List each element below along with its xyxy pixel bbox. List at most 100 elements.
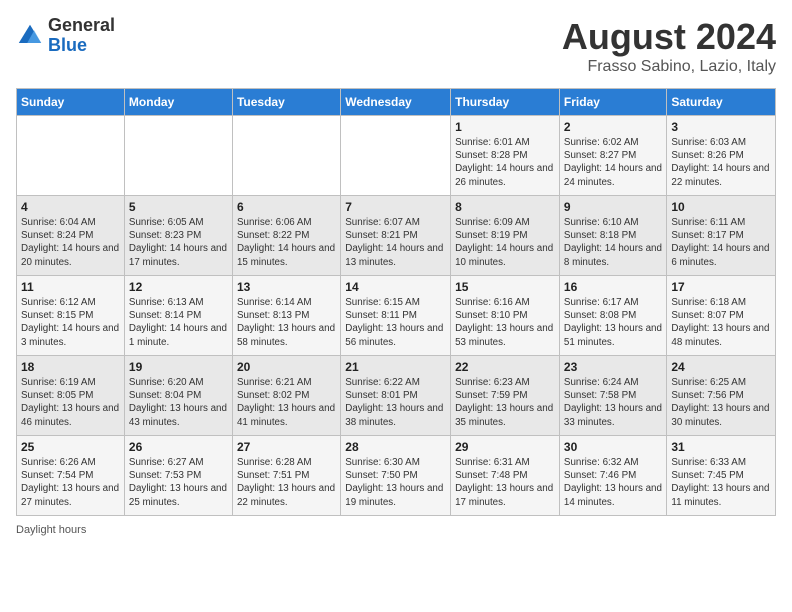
day-number: 4: [21, 200, 120, 214]
day-info: Sunrise: 6:14 AM Sunset: 8:13 PM Dayligh…: [237, 296, 336, 349]
calendar-cell: 11 Sunrise: 6:12 AM Sunset: 8:15 PM Dayli…: [17, 276, 125, 356]
day-number: 18: [21, 360, 120, 374]
calendar-cell: 4 Sunrise: 6:04 AM Sunset: 8:24 PM Daylig…: [17, 196, 125, 276]
calendar-cell: 15 Sunrise: 6:16 AM Sunset: 8:10 PM Dayli…: [451, 276, 560, 356]
day-info: Sunrise: 6:32 AM Sunset: 7:46 PM Dayligh…: [564, 456, 662, 509]
calendar-cell: 28 Sunrise: 6:30 AM Sunset: 7:50 PM Dayli…: [341, 436, 451, 516]
title-block: August 2024 Frasso Sabino, Lazio, Italy: [562, 16, 776, 76]
calendar-week-row: 4 Sunrise: 6:04 AM Sunset: 8:24 PM Daylig…: [17, 196, 776, 276]
day-info: Sunrise: 6:03 AM Sunset: 8:26 PM Dayligh…: [671, 136, 771, 189]
calendar-cell: 21Sunrise: 6:22 AM Sunset: 8:01 PM Dayli…: [341, 356, 451, 436]
day-number: 10: [671, 200, 771, 214]
location-text: Frasso Sabino, Lazio, Italy: [562, 58, 776, 76]
day-info: Sunrise: 6:26 AM Sunset: 7:54 PM Dayligh…: [21, 456, 120, 509]
day-number: 3: [671, 120, 771, 134]
day-info: Sunrise: 6:30 AM Sunset: 7:50 PM Dayligh…: [345, 456, 446, 509]
footer-note: Daylight hours: [16, 524, 776, 536]
calendar-cell: 22Sunrise: 6:23 AM Sunset: 7:59 PM Dayli…: [451, 356, 560, 436]
day-info: Sunrise: 6:07 AM Sunset: 8:21 PM Dayligh…: [345, 216, 446, 269]
day-info: Sunrise: 6:24 AM Sunset: 7:58 PM Dayligh…: [564, 376, 662, 429]
logo-blue-text: Blue: [48, 36, 115, 56]
calendar-cell: [17, 116, 125, 196]
day-info: Sunrise: 6:13 AM Sunset: 8:14 PM Dayligh…: [129, 296, 228, 349]
calendar-cell: 9 Sunrise: 6:10 AM Sunset: 8:18 PM Daylig…: [559, 196, 666, 276]
day-number: 5: [129, 200, 228, 214]
day-info: Sunrise: 6:01 AM Sunset: 8:28 PM Dayligh…: [455, 136, 555, 189]
calendar-cell: [124, 116, 232, 196]
calendar-cell: 2 Sunrise: 6:02 AM Sunset: 8:27 PM Daylig…: [559, 116, 666, 196]
day-info: Sunrise: 6:16 AM Sunset: 8:10 PM Dayligh…: [455, 296, 555, 349]
day-number: 29: [455, 440, 555, 454]
calendar-cell: 23Sunrise: 6:24 AM Sunset: 7:58 PM Dayli…: [559, 356, 666, 436]
day-info: Sunrise: 6:19 AM Sunset: 8:05 PM Dayligh…: [21, 376, 120, 429]
day-info: Sunrise: 6:27 AM Sunset: 7:53 PM Dayligh…: [129, 456, 228, 509]
day-number: 21: [345, 360, 446, 374]
day-number: 24: [671, 360, 771, 374]
day-info: Sunrise: 6:09 AM Sunset: 8:19 PM Dayligh…: [455, 216, 555, 269]
calendar-cell: 20 Sunrise: 6:21 AM Sunset: 8:02 PM Dayli…: [232, 356, 340, 436]
calendar-cell: 8 Sunrise: 6:09 AM Sunset: 8:19 PM Daylig…: [451, 196, 560, 276]
calendar-week-row: 25 Sunrise: 6:26 AM Sunset: 7:54 PM Dayli…: [17, 436, 776, 516]
day-number: 14: [345, 280, 446, 294]
day-number: 28: [345, 440, 446, 454]
calendar-cell: 31 Sunrise: 6:33 AM Sunset: 7:45 PM Dayli…: [667, 436, 776, 516]
day-number: 12: [129, 280, 228, 294]
calendar-cell: 24 Sunrise: 6:25 AM Sunset: 7:56 PM Dayli…: [667, 356, 776, 436]
calendar-cell: 6Sunrise: 6:06 AM Sunset: 8:22 PM Daylig…: [232, 196, 340, 276]
calendar-cell: 5 Sunrise: 6:05 AM Sunset: 8:23 PM Daylig…: [124, 196, 232, 276]
day-info: Sunrise: 6:17 AM Sunset: 8:08 PM Dayligh…: [564, 296, 662, 349]
calendar-week-row: 18 Sunrise: 6:19 AM Sunset: 8:05 PM Dayli…: [17, 356, 776, 436]
day-number: 16: [564, 280, 662, 294]
calendar-cell: 12 Sunrise: 6:13 AM Sunset: 8:14 PM Dayli…: [124, 276, 232, 356]
weekday-header: Wednesday: [341, 89, 451, 116]
day-info: Sunrise: 6:02 AM Sunset: 8:27 PM Dayligh…: [564, 136, 662, 189]
day-number: 6: [237, 200, 336, 214]
calendar-cell: 17Sunrise: 6:18 AM Sunset: 8:07 PM Dayli…: [667, 276, 776, 356]
daylight-label: Daylight hours: [16, 524, 86, 536]
day-info: Sunrise: 6:12 AM Sunset: 8:15 PM Dayligh…: [21, 296, 120, 349]
calendar-cell: [232, 116, 340, 196]
calendar-week-row: 11 Sunrise: 6:12 AM Sunset: 8:15 PM Dayli…: [17, 276, 776, 356]
day-number: 1: [455, 120, 555, 134]
page-header: General Blue August 2024 Frasso Sabino, …: [16, 16, 776, 76]
calendar-table: SundayMondayTuesdayWednesdayThursdayFrid…: [16, 88, 776, 516]
day-info: Sunrise: 6:05 AM Sunset: 8:23 PM Dayligh…: [129, 216, 228, 269]
weekday-header: Thursday: [451, 89, 560, 116]
weekday-header: Monday: [124, 89, 232, 116]
day-info: Sunrise: 6:10 AM Sunset: 8:18 PM Dayligh…: [564, 216, 662, 269]
calendar-cell: 13Sunrise: 6:14 AM Sunset: 8:13 PM Dayli…: [232, 276, 340, 356]
day-info: Sunrise: 6:25 AM Sunset: 7:56 PM Dayligh…: [671, 376, 771, 429]
calendar-cell: 30 Sunrise: 6:32 AM Sunset: 7:46 PM Dayli…: [559, 436, 666, 516]
logo-icon: [16, 22, 44, 50]
day-number: 15: [455, 280, 555, 294]
calendar-cell: 7Sunrise: 6:07 AM Sunset: 8:21 PM Daylig…: [341, 196, 451, 276]
calendar-cell: 14 Sunrise: 6:15 AM Sunset: 8:11 PM Dayli…: [341, 276, 451, 356]
day-number: 11: [21, 280, 120, 294]
calendar-cell: 27 Sunrise: 6:28 AM Sunset: 7:51 PM Dayli…: [232, 436, 340, 516]
weekday-header: Sunday: [17, 89, 125, 116]
calendar-week-row: 1 Sunrise: 6:01 AM Sunset: 8:28 PM Daylig…: [17, 116, 776, 196]
calendar-cell: 18 Sunrise: 6:19 AM Sunset: 8:05 PM Dayli…: [17, 356, 125, 436]
day-info: Sunrise: 6:15 AM Sunset: 8:11 PM Dayligh…: [345, 296, 446, 349]
day-info: Sunrise: 6:23 AM Sunset: 7:59 PM Dayligh…: [455, 376, 555, 429]
day-number: 26: [129, 440, 228, 454]
day-info: Sunrise: 6:04 AM Sunset: 8:24 PM Dayligh…: [21, 216, 120, 269]
calendar-cell: 29 Sunrise: 6:31 AM Sunset: 7:48 PM Dayli…: [451, 436, 560, 516]
day-number: 30: [564, 440, 662, 454]
day-number: 27: [237, 440, 336, 454]
logo-general-text: General: [48, 16, 115, 36]
day-info: Sunrise: 6:21 AM Sunset: 8:02 PM Dayligh…: [237, 376, 336, 429]
calendar-cell: 19Sunrise: 6:20 AM Sunset: 8:04 PM Dayli…: [124, 356, 232, 436]
day-number: 8: [455, 200, 555, 214]
day-number: 25: [21, 440, 120, 454]
day-number: 9: [564, 200, 662, 214]
day-info: Sunrise: 6:33 AM Sunset: 7:45 PM Dayligh…: [671, 456, 771, 509]
weekday-header: Friday: [559, 89, 666, 116]
day-number: 2: [564, 120, 662, 134]
day-number: 31: [671, 440, 771, 454]
day-number: 20: [237, 360, 336, 374]
day-info: Sunrise: 6:28 AM Sunset: 7:51 PM Dayligh…: [237, 456, 336, 509]
calendar-cell: 3 Sunrise: 6:03 AM Sunset: 8:26 PM Daylig…: [667, 116, 776, 196]
logo: General Blue: [16, 16, 115, 56]
day-info: Sunrise: 6:31 AM Sunset: 7:48 PM Dayligh…: [455, 456, 555, 509]
